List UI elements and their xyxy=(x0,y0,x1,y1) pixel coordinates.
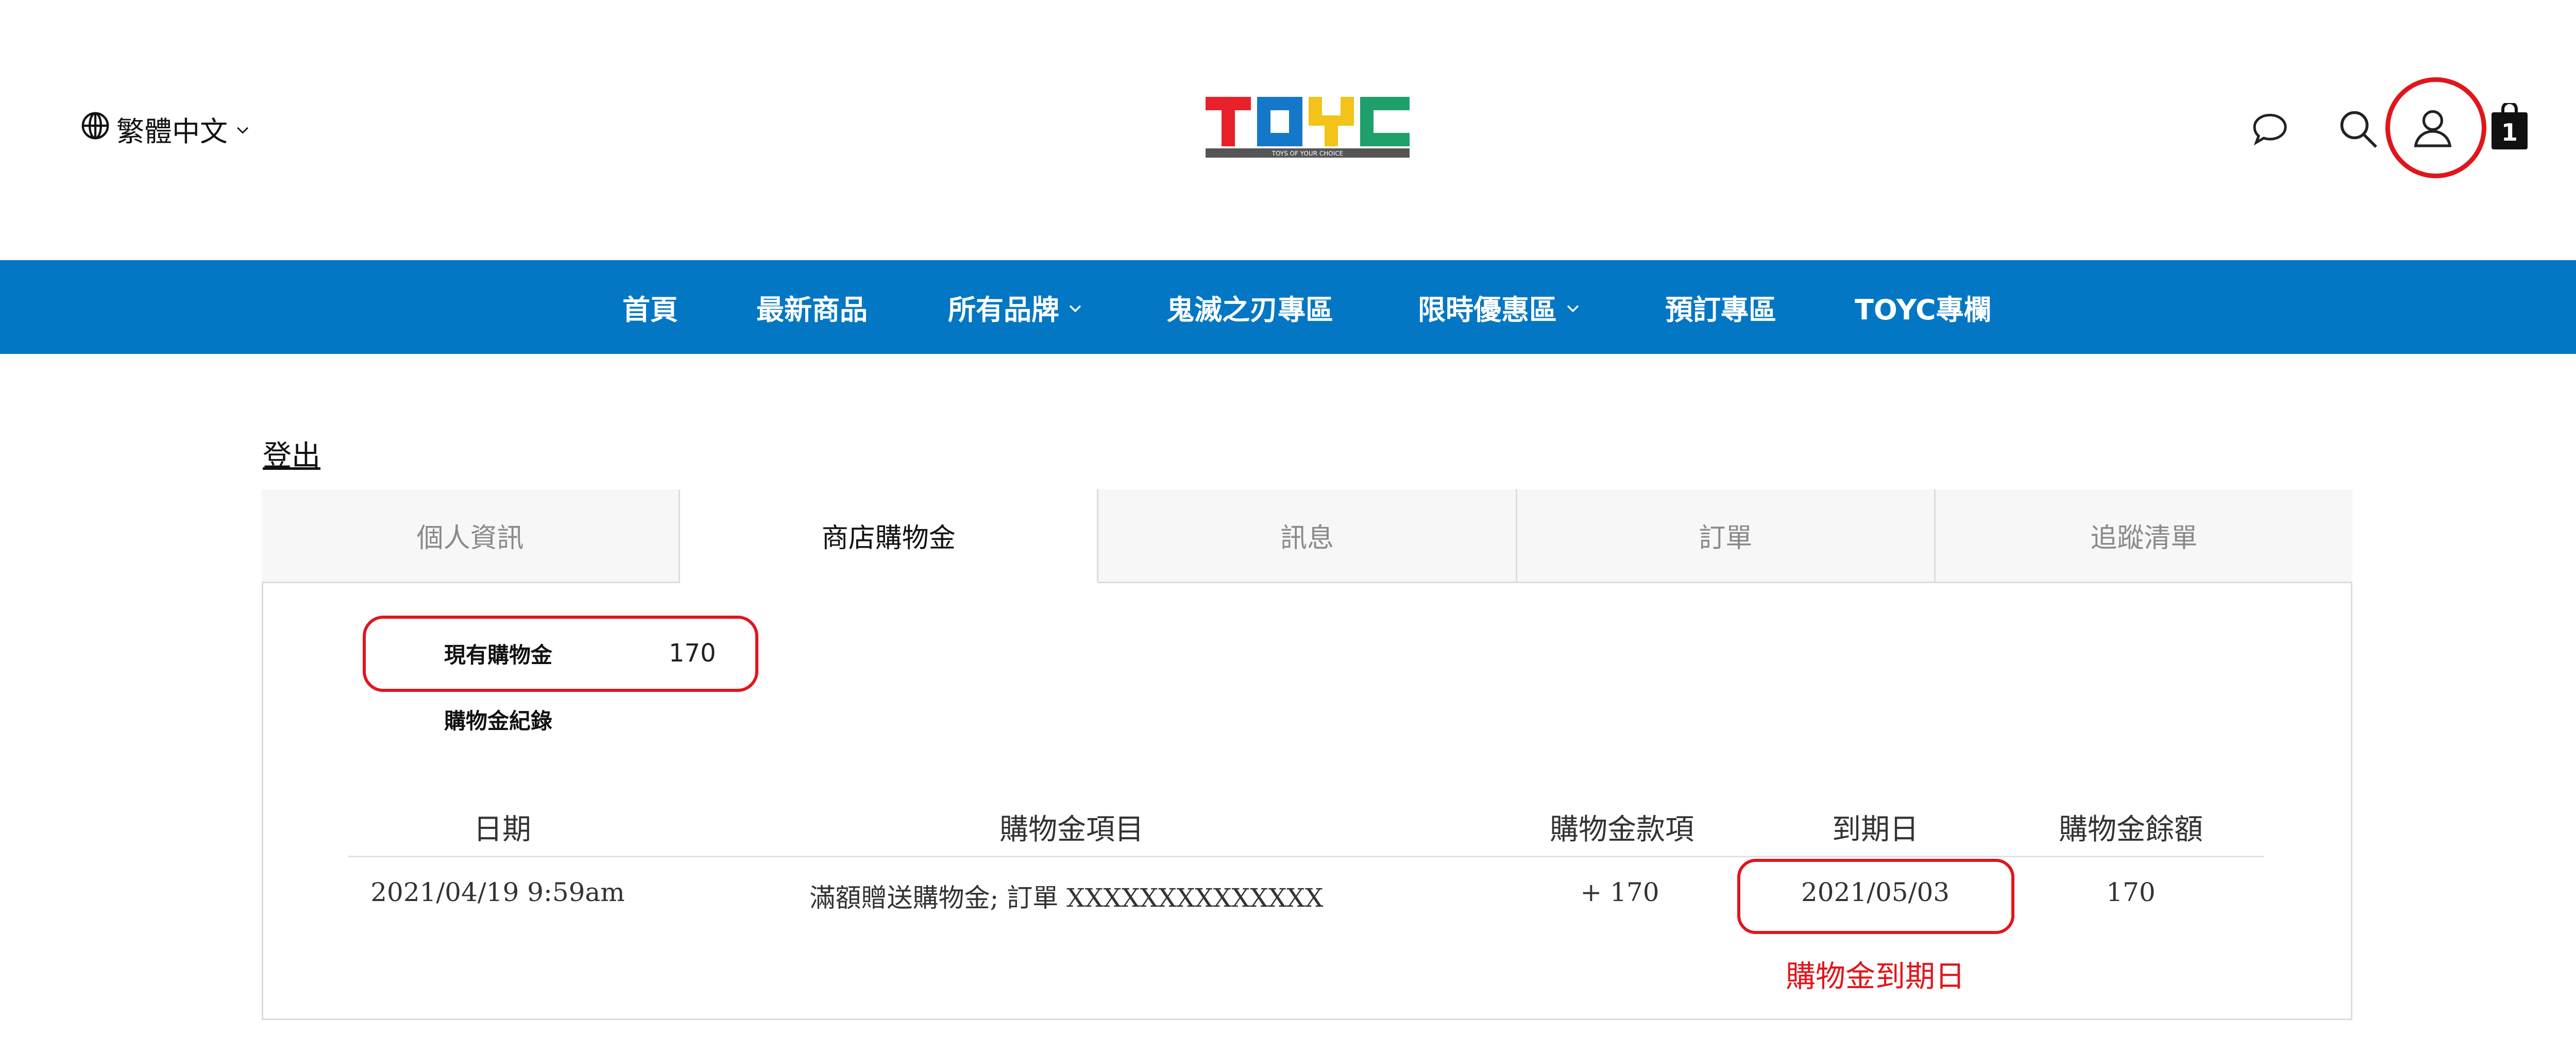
nav-item-label: 最新商品 xyxy=(756,293,868,326)
table-header-amount: 購物金款項 xyxy=(1550,813,1694,846)
globe-icon xyxy=(80,111,110,147)
tab-messages[interactable]: 訊息 xyxy=(1098,489,1517,583)
expiry-annotation: 購物金到期日 xyxy=(1785,959,1965,994)
tab-orders[interactable]: 訂單 xyxy=(1517,489,1936,583)
chat-icon[interactable] xyxy=(2249,108,2291,149)
nav-item-label: 首頁 xyxy=(622,293,678,326)
logo-tagline: TOYS OF YOUR CHOICE xyxy=(1272,150,1343,157)
logout-link[interactable]: 登出 xyxy=(263,433,320,474)
table-header-expiry: 到期日 xyxy=(1832,813,1919,846)
nav-item-home[interactable]: 首頁 xyxy=(622,260,678,354)
chevron-down-icon xyxy=(1564,291,1582,324)
account-tabs: 個人資訊 商店購物金 訊息 訂單 追蹤清單 xyxy=(262,489,2353,583)
nav-item-preorder[interactable]: 預訂專區 xyxy=(1665,260,1776,354)
nav-item-new-products[interactable]: 最新商品 xyxy=(756,260,868,354)
nav-item-label: 預訂專區 xyxy=(1665,293,1776,326)
chevron-down-icon xyxy=(1066,291,1084,324)
main-nav: 首頁 最新商品 所有品牌 鬼滅之刃專區 限時優惠區 預訂專區 TOYC專欄 xyxy=(0,260,2576,354)
tab-wishlist[interactable]: 追蹤清單 xyxy=(1935,489,2353,583)
table-cell-date: 2021/04/19 9:59am xyxy=(370,877,625,907)
nav-item-all-brands[interactable]: 所有品牌 xyxy=(948,260,1084,354)
current-credit-value: 170 xyxy=(669,639,716,668)
nav-item-label: TOYC專欄 xyxy=(1855,293,1992,326)
language-label: 繁體中文 xyxy=(116,115,228,148)
nav-item-label: 鬼滅之刃專區 xyxy=(1166,293,1333,326)
table-cell-balance: 170 xyxy=(2106,877,2156,907)
current-credit-label: 現有購物金 xyxy=(444,642,553,668)
shopping-bag-icon[interactable]: 1 xyxy=(2492,101,2528,149)
tab-store-credit[interactable]: 商店購物金 xyxy=(680,489,1099,583)
table-header-balance: 購物金餘額 xyxy=(2059,813,2203,846)
user-icon[interactable] xyxy=(2411,106,2454,149)
credit-history-label: 購物金紀錄 xyxy=(444,708,553,734)
table-header-date: 日期 xyxy=(473,813,531,846)
expiry-highlight xyxy=(1737,859,2014,934)
table-cell-item: 滿額贈送購物金; 訂單 XXXXXXXXXXXXXX xyxy=(809,883,1324,913)
nav-item-label: 限時優惠區 xyxy=(1418,293,1557,326)
table-divider xyxy=(348,856,2264,857)
nav-item-label: 所有品牌 xyxy=(948,293,1059,326)
store-logo[interactable]: TOYS OF YOUR CHOICE xyxy=(1206,94,1412,161)
tab-profile[interactable]: 個人資訊 xyxy=(262,489,681,583)
language-selector[interactable]: 繁體中文 xyxy=(80,111,251,148)
table-cell-amount: + 170 xyxy=(1580,877,1659,907)
search-icon[interactable] xyxy=(2336,107,2380,150)
nav-item-limited-offers[interactable]: 限時優惠區 xyxy=(1418,260,1582,354)
nav-item-demon-slayer[interactable]: 鬼滅之刃專區 xyxy=(1166,260,1333,354)
table-header-item: 購物金項目 xyxy=(999,813,1144,846)
nav-item-toyc-column[interactable]: TOYC專欄 xyxy=(1855,260,1992,354)
chevron-down-icon xyxy=(234,113,251,145)
cart-count: 1 xyxy=(2501,118,2518,146)
